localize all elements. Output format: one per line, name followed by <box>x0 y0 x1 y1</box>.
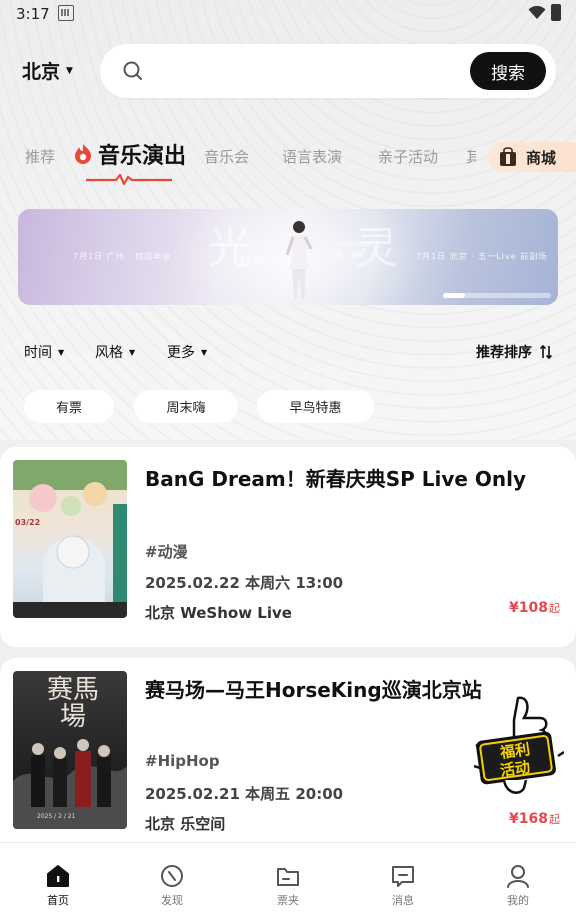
nav-profile-label: 我的 <box>507 894 529 907</box>
ticket-folder-icon <box>277 868 299 886</box>
poster-date-text: 03/22 <box>15 518 41 527</box>
quick-filter-chips: 有票 周末嗨 早鸟特惠 <box>0 390 576 424</box>
chip-weekend[interactable]: 周末嗨 <box>134 390 238 423</box>
event-price: ¥168 起 <box>509 811 560 827</box>
promo-banner[interactable]: 光 灵 7月1日 广州 · 时尚年会 7月1日 北京 · 五一Live 前副场 … <box>18 209 558 305</box>
event-venue: 北京 乐空间 <box>145 815 226 833</box>
filter-time-label: 时间 <box>24 345 52 361</box>
nav-messages[interactable]: 消息 <box>353 843 453 920</box>
filter-style[interactable]: 风格 ▼ <box>95 342 135 362</box>
caret-down-icon: ▼ <box>201 347 208 357</box>
sort-label: 推荐排序 <box>476 345 532 361</box>
status-bar: 3:17 <box>0 0 576 28</box>
event-price-suffix: 起 <box>549 602 560 615</box>
tab-language-performance[interactable]: 语言表演 <box>282 146 342 167</box>
tab-music-shows-label: 音乐演出 <box>98 144 187 169</box>
event-poster: 03/22 <box>13 460 127 618</box>
city-label: 北京 <box>22 61 61 83</box>
wifi-icon <box>528 6 546 19</box>
filter-style-label: 风格 <box>95 345 123 361</box>
tab-recommend[interactable]: 推荐 <box>25 146 55 167</box>
sort-icon <box>540 345 552 359</box>
filter-more-label: 更多 <box>167 345 195 361</box>
status-time: 3:17 <box>16 5 50 23</box>
caret-down-icon: ▼ <box>129 347 136 357</box>
caret-down-icon: ▼ <box>58 347 65 357</box>
nav-messages-label: 消息 <box>392 894 414 907</box>
event-title: 赛马场—马王HorseKing巡演北京站 <box>145 678 482 702</box>
shop-button[interactable]: 商城 <box>488 142 576 172</box>
filter-more[interactable]: 更多 ▼ <box>167 342 207 362</box>
sim-card-icon <box>58 5 74 21</box>
event-price-suffix: 起 <box>549 813 560 826</box>
banner-caption-middle-2: 国 · 光亮 <box>238 256 266 264</box>
battery-icon <box>551 4 561 21</box>
nav-ticket-folder[interactable]: 票夹 <box>238 843 338 920</box>
header: 北京 ▼ 搜索 <box>0 42 576 98</box>
filter-time[interactable]: 时间 ▼ <box>24 342 64 362</box>
event-tag: #动漫 <box>145 543 188 561</box>
tab-more-cut[interactable]: 其 <box>466 146 476 167</box>
home-icon <box>47 865 69 887</box>
nav-home[interactable]: 首页 <box>8 843 108 920</box>
event-date: 2025.02.21 本周五 20:00 <box>145 785 344 803</box>
event-poster: 赛馬場 2025 / 2 / 21 <box>13 671 127 829</box>
app-root: 3:17 北京 ▼ 搜索 推荐 音乐演出 音乐会 语言表演 亲子活动 其 商城 … <box>0 0 576 920</box>
chip-early-bird[interactable]: 早鸟特惠 <box>257 390 374 423</box>
banner-caption-left: 7月1日 广州 · 时尚年会 <box>73 252 172 261</box>
poster-date-text: 2025 / 2 / 21 <box>37 813 76 820</box>
event-date: 2025.02.22 本周六 13:00 <box>145 574 344 592</box>
performer-figure <box>286 221 312 299</box>
poster-art <box>13 460 127 618</box>
shop-label: 商城 <box>526 148 557 167</box>
tab-concert[interactable]: 音乐会 <box>204 146 249 167</box>
carousel-indicator <box>443 293 551 298</box>
compass-icon <box>161 865 183 887</box>
event-venue: 北京 WeShow Live <box>145 604 292 622</box>
event-card[interactable]: 03/22 BanG Dream！新春庆典SP Live Only #动漫 20… <box>0 447 576 647</box>
promo-activity-badge[interactable]: 福利 活动 <box>473 696 565 800</box>
bottom-navigation: 首页 发现 票夹 消息 我的 <box>0 842 576 920</box>
sort-selector[interactable]: 推荐排序 <box>476 342 552 362</box>
chip-has-tickets[interactable]: 有票 <box>24 390 114 423</box>
event-title: BanG Dream！新春庆典SP Live Only <box>145 467 527 491</box>
nav-discover-label: 发现 <box>161 894 183 907</box>
search-button[interactable]: 搜索 <box>470 52 546 90</box>
city-selector[interactable]: 北京 ▼ <box>22 57 73 84</box>
music-flame-icon <box>75 144 91 164</box>
tab-music-shows[interactable]: 音乐演出 <box>72 138 186 170</box>
caret-down-icon: ▼ <box>66 65 73 76</box>
poster-title-text: 赛馬場 <box>46 675 99 733</box>
banner-caption-middle: Light it up 北京 · 国际 <box>336 240 381 259</box>
message-icon <box>392 866 414 887</box>
nav-profile[interactable]: 我的 <box>468 843 568 920</box>
search-box[interactable]: 搜索 <box>100 44 556 98</box>
event-tag: #HipHop <box>145 752 220 770</box>
tab-family-activities[interactable]: 亲子活动 <box>378 146 438 167</box>
active-tab-indicator <box>86 173 172 186</box>
promo-badge-line2: 活动 <box>498 757 532 780</box>
profile-icon <box>507 865 529 888</box>
banner-caption-right: 7月1日 北京 · 五一Live 前副场 <box>416 252 548 261</box>
carousel-indicator-fill <box>443 293 465 298</box>
shopping-bag-icon <box>500 147 516 166</box>
event-price-value: ¥168 <box>509 811 548 827</box>
nav-discover[interactable]: 发现 <box>122 843 222 920</box>
nav-home-label: 首页 <box>47 894 69 907</box>
event-price: ¥108 起 <box>509 600 560 616</box>
event-price-value: ¥108 <box>509 600 548 616</box>
filter-bar: 时间 ▼ 风格 ▼ 更多 ▼ 推荐排序 <box>0 340 576 364</box>
nav-ticket-folder-label: 票夹 <box>277 894 299 907</box>
search-input[interactable] <box>156 56 456 86</box>
search-icon <box>123 61 142 80</box>
